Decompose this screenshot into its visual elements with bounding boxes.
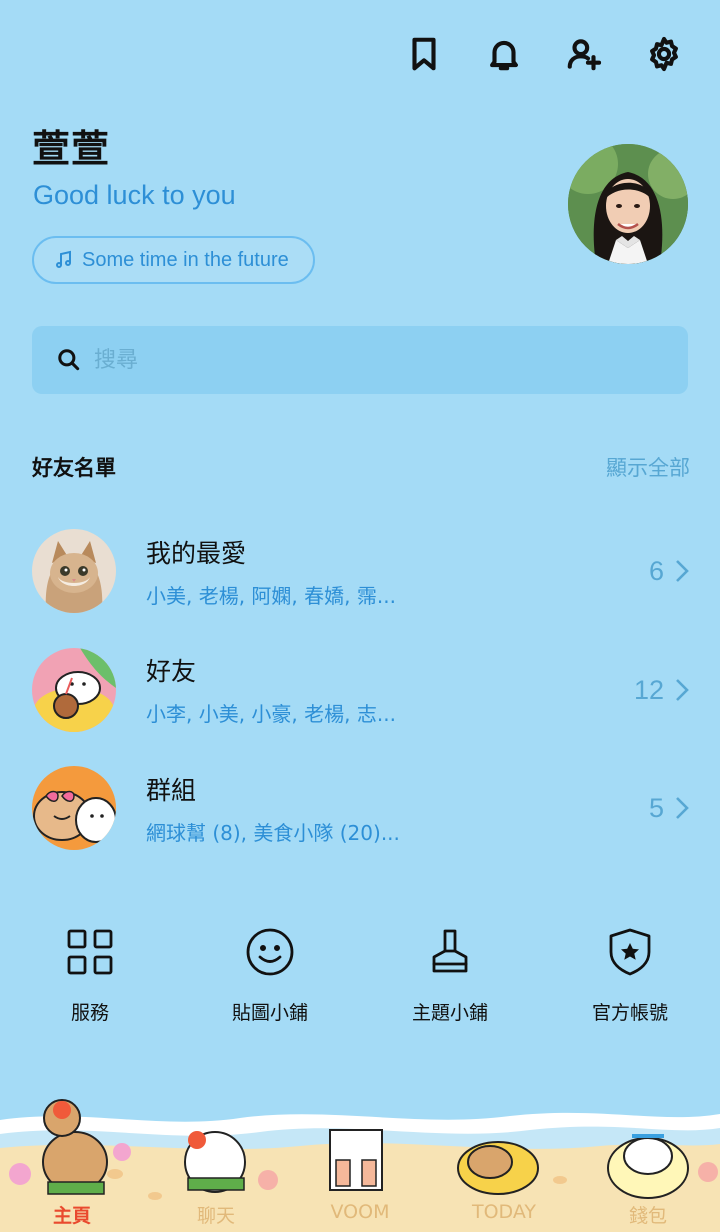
smiley-icon bbox=[246, 928, 294, 976]
search-icon bbox=[58, 349, 80, 371]
chevron-right-icon bbox=[674, 795, 690, 821]
group-count: 12 bbox=[633, 674, 664, 705]
tab-wallet[interactable]: 錢包 bbox=[576, 1201, 720, 1228]
chevron-right-icon bbox=[674, 558, 690, 584]
music-note-icon bbox=[56, 250, 71, 268]
add-friend-icon[interactable] bbox=[562, 32, 606, 76]
music-title: Some time in the future bbox=[82, 248, 289, 271]
friends-section-title: 好友名單 bbox=[32, 456, 116, 480]
service-button-official-accounts[interactable]: 官方帳號 bbox=[540, 926, 720, 1025]
show-all-link[interactable]: 顯示全部 bbox=[606, 452, 690, 482]
gear-icon[interactable] bbox=[642, 32, 686, 76]
group-count: 5 bbox=[648, 793, 664, 823]
group-count: 6 bbox=[648, 556, 664, 586]
group-members: 小李, 小美, 小豪, 老楊, 志... bbox=[146, 702, 396, 727]
brush-icon bbox=[432, 929, 468, 973]
tab-voom[interactable]: VOOM bbox=[288, 1201, 432, 1228]
group-row-groups[interactable]: 群組 網球幫 (8), 美食小隊 (20)... 5 bbox=[32, 749, 692, 868]
tab-home[interactable]: 主頁 bbox=[0, 1201, 144, 1228]
shield-star-icon bbox=[609, 928, 651, 976]
group-title: 好友 bbox=[146, 657, 197, 687]
service-label: 官方帳號 bbox=[591, 1002, 668, 1024]
cat-avatar bbox=[32, 529, 116, 614]
search-input[interactable] bbox=[94, 347, 654, 373]
group-row-friends[interactable]: 好友 小李, 小美, 小豪, 老楊, 志... 12 bbox=[32, 631, 692, 750]
grid-icon bbox=[67, 929, 113, 975]
service-label: 貼圖小鋪 bbox=[231, 1002, 308, 1024]
group-title: 我的最愛 bbox=[146, 538, 247, 568]
group-members: 小美, 老楊, 阿嫻, 春嬌, 霈... bbox=[146, 583, 396, 608]
group-members: 網球幫 (8), 美食小隊 (20)... bbox=[146, 820, 400, 845]
group-row-favorites[interactable]: 我的最愛 小美, 老楊, 阿嫻, 春嬌, 霈... 6 bbox=[32, 512, 692, 631]
profile-name[interactable]: 萱萱 bbox=[32, 118, 110, 173]
service-label: 服務 bbox=[70, 1002, 109, 1024]
bell-icon[interactable] bbox=[482, 32, 526, 76]
chevron-right-icon bbox=[674, 677, 690, 703]
bookmark-icon[interactable] bbox=[402, 32, 446, 76]
top-toolbar bbox=[402, 32, 686, 76]
search-bar[interactable] bbox=[32, 326, 688, 394]
status-message[interactable]: Good luck to you bbox=[33, 180, 236, 211]
profile-music-button[interactable]: Some time in the future bbox=[32, 236, 315, 284]
tab-today[interactable]: TODAY bbox=[432, 1201, 576, 1228]
friend-groups-list: 我的最愛 小美, 老楊, 阿嫻, 春嬌, 霈... 6 好友 小李, 小美, 小… bbox=[32, 512, 692, 868]
service-button-theme-shop[interactable]: 主題小鋪 bbox=[360, 926, 540, 1025]
tab-chats[interactable]: 聊天 bbox=[144, 1201, 288, 1228]
bear-coconut-avatar bbox=[32, 647, 116, 732]
profile-avatar[interactable] bbox=[568, 144, 688, 264]
nav-tabs: 主頁 聊天 VOOM TODAY 錢包 bbox=[0, 1201, 720, 1228]
group-title: 群組 bbox=[146, 775, 197, 805]
service-button-sticker-shop[interactable]: 貼圖小鋪 bbox=[180, 926, 360, 1025]
service-button-services[interactable]: 服務 bbox=[0, 926, 180, 1025]
bottom-navigation: 主頁 聊天 VOOM TODAY 錢包 bbox=[0, 1090, 720, 1232]
bears-sunglasses-avatar bbox=[32, 766, 116, 851]
services-bar: 服務 貼圖小鋪 主題小鋪 官方帳號 bbox=[0, 926, 720, 1025]
friends-section-header: 好友名單 顯示全部 bbox=[32, 452, 690, 482]
service-label: 主題小鋪 bbox=[411, 1002, 488, 1024]
